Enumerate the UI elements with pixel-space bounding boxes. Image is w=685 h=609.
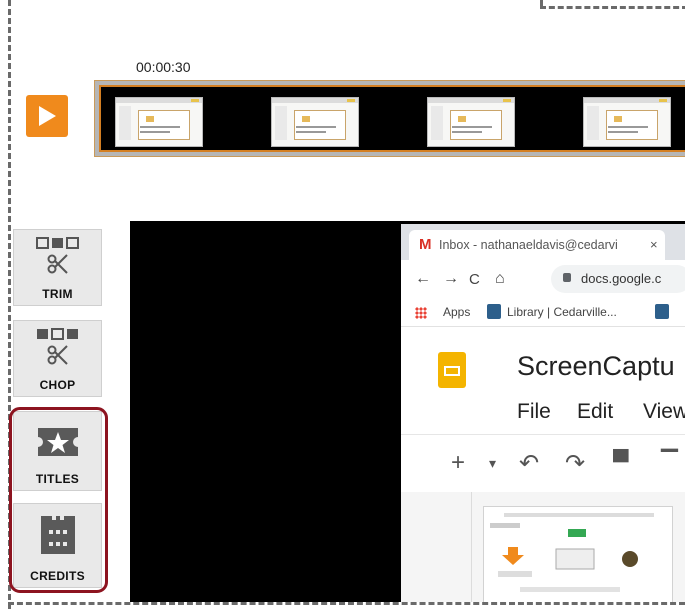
timecode: 00:00:30 [136,59,191,75]
trim-button[interactable]: TRIM [13,229,102,306]
timeline-thumbnail[interactable] [271,97,359,147]
redo-icon: ↷ [565,450,586,477]
timeline-thumbnail[interactable] [115,97,203,147]
back-icon: ← [415,270,431,287]
paint-format-icon: ▔ [661,449,678,474]
frame-bottom-border [8,602,685,605]
preview-browser-frame: M Inbox - nathanaeldavis@cedarvi × ← → C… [401,224,685,602]
trim-label: TRIM [42,287,73,301]
bookmark-icon [655,304,669,319]
chop-button[interactable]: CHOP [13,320,102,397]
home-icon: ⌂ [495,270,505,287]
reload-icon: C [469,271,480,288]
tab-close-icon: × [650,237,658,252]
bookmarks-bar: Apps Library | Cedarville... [401,298,685,326]
menu-file: File [517,400,551,423]
document-title: ScreenCaptu [517,351,675,381]
slides-toolbar: + ▾ ↶ ↷ ▀ ▔ [401,434,685,493]
titles-credits-highlight [9,407,108,593]
chop-scissors-icon [36,328,78,365]
apps-grid-icon [415,307,427,319]
browser-nav-bar: ← → C ⌂ docs.google.c [401,260,685,298]
browser-tab-title: Inbox - nathanaeldavis@cedarvi [439,238,618,252]
add-icon: + [451,449,466,476]
bookmark-apps: Apps [443,305,471,319]
frame-top-notch [540,0,685,9]
timeline-thumbnail[interactable] [583,97,671,147]
print-icon: ▀ [613,449,629,474]
slide-content-graphic [490,513,654,592]
forward-icon: → [443,270,459,287]
gmail-icon: M [419,236,432,253]
trim-scissors-icon [35,237,79,274]
chop-label: CHOP [39,378,76,392]
address-url: docs.google.c [581,271,662,286]
slide-filmstrip [401,492,472,602]
slides-canvas-area [401,492,685,602]
play-icon [39,106,56,126]
bookmark-library: Library | Cedarville... [507,305,617,319]
browser-tab-strip: M Inbox - nathanaeldavis@cedarvi × [401,224,685,260]
timeline-filmstrip[interactable] [99,85,685,152]
address-bar: docs.google.c [551,265,685,293]
slides-header: ScreenCaptu File Edit View [401,326,685,435]
browser-tab: M Inbox - nathanaeldavis@cedarvi × [409,230,665,260]
dropdown-icon: ▾ [489,455,497,471]
play-button[interactable] [26,95,68,137]
lock-icon [563,273,571,282]
slide-thumbnail [483,506,673,602]
undo-icon: ↶ [519,450,540,477]
timeline-track[interactable] [94,80,685,157]
google-slides-icon [438,352,466,388]
menu-edit: Edit [577,400,614,423]
timeline-thumbnail[interactable] [427,97,515,147]
bookmark-icon [487,304,501,319]
menu-view: View [643,400,685,423]
